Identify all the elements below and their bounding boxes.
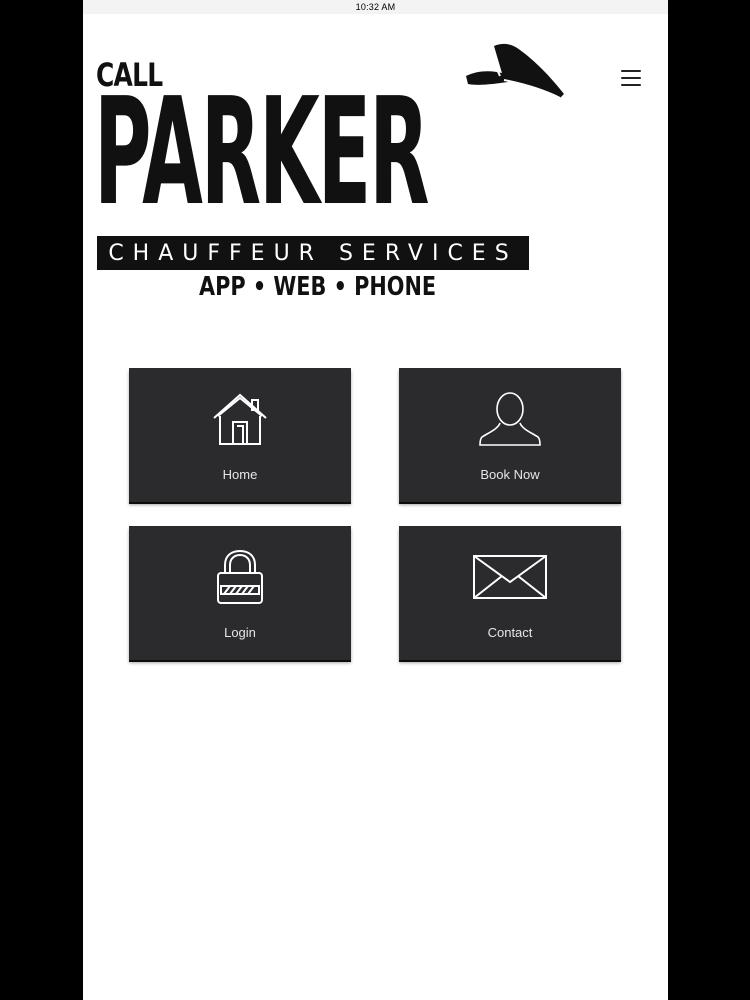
book-now-label: Book Now xyxy=(480,467,540,482)
status-bar: 10:32 AM xyxy=(83,0,668,14)
logo-service-band: CHAUFFEUR SERVICES xyxy=(97,236,529,270)
menu-line xyxy=(621,77,641,79)
menu-line xyxy=(621,70,641,72)
home-label: Home xyxy=(222,467,258,482)
person-icon xyxy=(478,390,542,448)
logo-band-text: CHAUFFEUR SERVICES xyxy=(108,240,518,266)
hamburger-menu-icon[interactable] xyxy=(621,70,641,86)
envelope-icon xyxy=(472,548,548,606)
brand-logo[interactable]: CALL PARKER CHAUFFEUR SERVICES APP • WEB… xyxy=(94,40,571,310)
house-icon xyxy=(212,390,268,448)
nav-tiles-grid: Home Book Now Login Contact xyxy=(129,368,621,660)
logo-wordmark: PARKER xyxy=(94,66,430,238)
header: CALL PARKER CHAUFFEUR SERVICES APP • WEB… xyxy=(83,14,668,314)
home-tile[interactable]: Home xyxy=(129,368,351,502)
menu-line xyxy=(621,84,641,86)
logo-tagline: APP • WEB • PHONE xyxy=(199,272,437,302)
app-screen: 10:32 AM CALL PARKER CHAUFFEUR SERVICES … xyxy=(83,0,668,1000)
padlock-icon xyxy=(215,548,265,606)
contact-tile[interactable]: Contact xyxy=(399,526,621,660)
book-now-tile[interactable]: Book Now xyxy=(399,368,621,502)
contact-label: Contact xyxy=(487,625,533,640)
login-label: Login xyxy=(224,625,256,640)
login-tile[interactable]: Login xyxy=(129,526,351,660)
chauffeur-cap-icon xyxy=(466,43,564,99)
status-time: 10:32 AM xyxy=(355,2,396,12)
